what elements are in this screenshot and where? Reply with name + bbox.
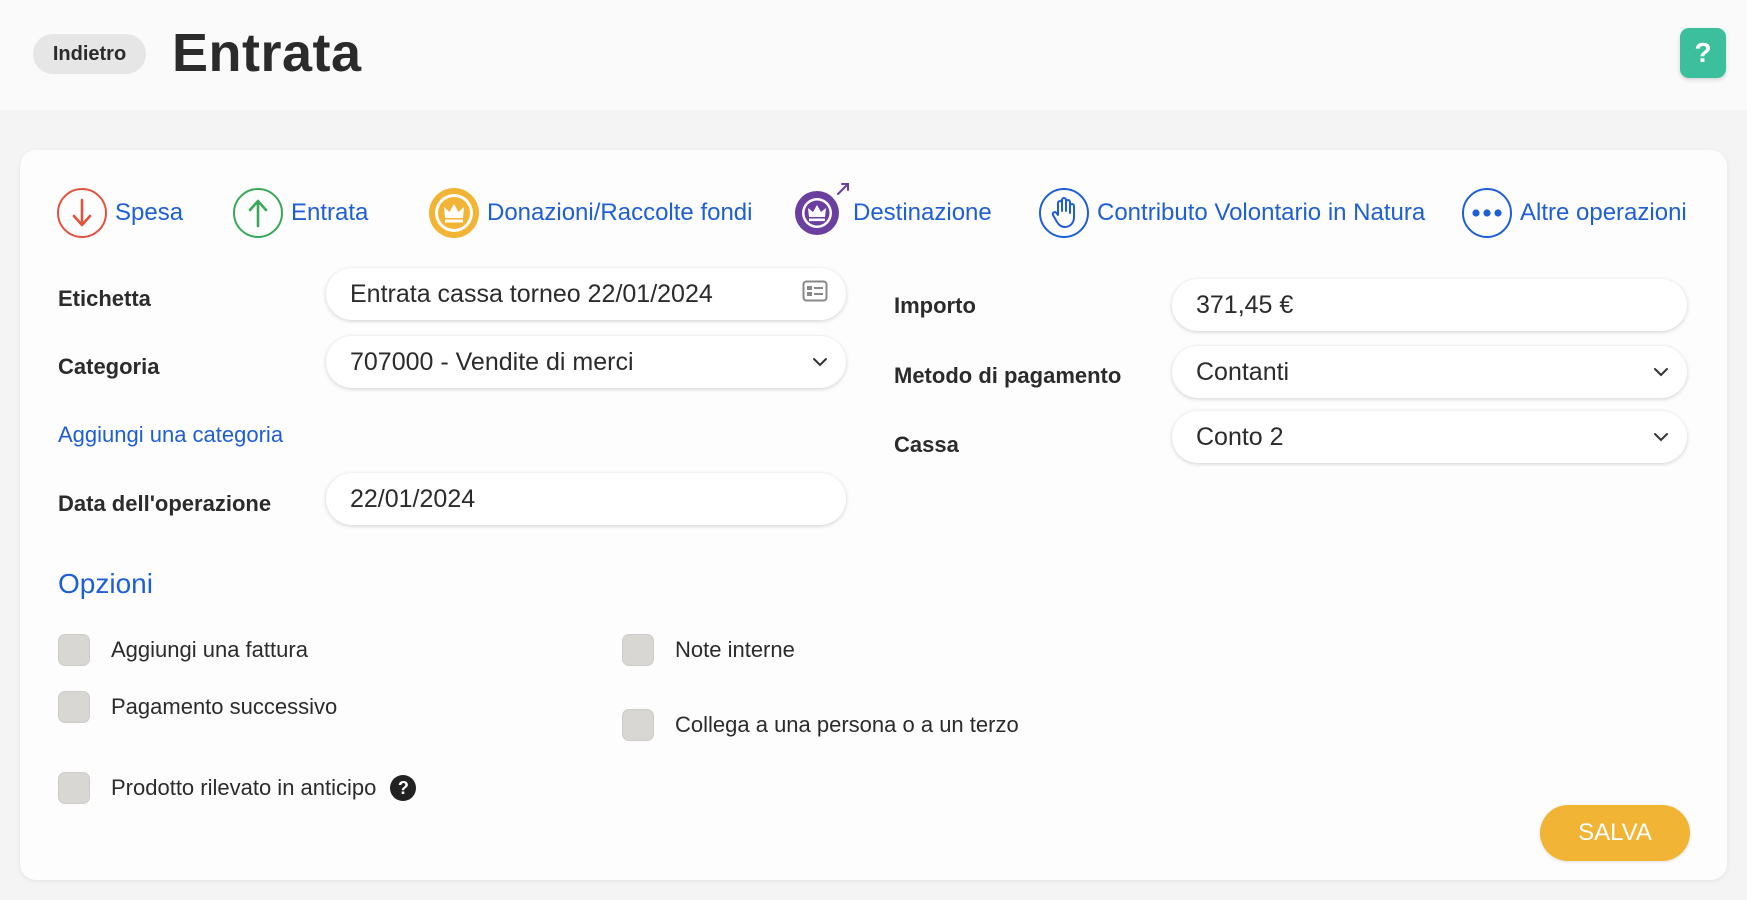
tab-contributo-natura-label: Contributo Volontario in Natura [1097,199,1426,226]
crown-icon [429,188,479,238]
importo-value: 371,45 € [1196,290,1294,319]
option-aggiungi-fattura[interactable]: Aggiungi una fattura [58,634,308,666]
tab-altre-operazioni-label: Altre operazioni [1520,199,1687,226]
chevron-down-icon [813,358,827,367]
help-icon[interactable]: ? [390,775,417,801]
checkbox[interactable] [58,634,90,666]
tab-donazioni[interactable]: Donazioni/Raccolte fondi [429,186,753,240]
tab-destinazione[interactable]: Destinazione [795,183,992,240]
add-category-link[interactable]: Aggiungi una categoria [58,422,283,448]
back-button[interactable]: Indietro [33,34,146,74]
categoria-select[interactable]: 707000 - Vendite di merci [326,336,846,388]
importo-input[interactable]: 371,45 € [1172,279,1687,331]
data-operazione-value: 22/01/2024 [350,484,476,513]
tab-spesa[interactable]: Spesa [57,186,183,240]
tab-spesa-label: Spesa [115,199,184,226]
arrow-up-icon [233,188,283,238]
option-label: Prodotto rilevato in anticipo [111,775,377,800]
option-collega-persona[interactable]: Collega a una persona o a un terzo [622,709,1019,741]
hand-icon [1039,188,1089,238]
importo-label: Importo [894,293,976,318]
cassa-label: Cassa [894,432,959,457]
etichetta-input[interactable]: Entrata cassa torneo 22/01/2024 [326,268,846,320]
categoria-label: Categoria [58,354,160,379]
metodo-pagamento-label: Metodo di pagamento [894,363,1122,388]
tab-donazioni-label: Donazioni/Raccolte fondi [487,199,753,226]
tab-entrata[interactable]: Entrata [233,186,368,240]
checkbox[interactable] [58,772,90,804]
metodo-pagamento-select[interactable]: Contanti [1172,346,1687,398]
option-pagamento-successivo[interactable]: Pagamento successivo [58,691,337,723]
checkbox[interactable] [622,634,654,666]
tab-destinazione-label: Destinazione [853,199,992,226]
checkbox[interactable] [622,709,654,741]
tab-altre-operazioni[interactable]: Altre operazioni [1462,186,1687,240]
arrow-down-icon [57,188,107,238]
option-label: Collega a una persona o a un terzo [675,712,1019,737]
cassa-value: Conto 2 [1196,422,1284,451]
options-title: Opzioni [58,568,153,599]
data-operazione-label: Data dell'operazione [58,491,272,516]
tab-contributo-natura[interactable]: Contributo Volontario in Natura [1039,186,1425,240]
help-button[interactable]: ? [1680,28,1726,78]
save-button[interactable]: SALVA [1540,805,1690,861]
metodo-pagamento-value: Contanti [1196,357,1290,386]
operation-type-tabs: Spesa Entrata Donazioni/Raccolte fondi D… [57,183,1697,240]
crown-arrow-icon [795,183,849,235]
checkbox[interactable] [58,691,90,723]
chevron-down-icon [1654,433,1668,442]
option-label: Aggiungi una fattura [111,637,308,662]
top-bar: Indietro Entrata ? [0,0,1747,110]
id-card-icon [802,280,828,309]
option-note-interne[interactable]: Note interne [622,634,795,666]
cassa-select[interactable]: Conto 2 [1172,411,1687,463]
chevron-down-icon [1654,368,1668,377]
operation-form-card: Spesa Entrata Donazioni/Raccolte fondi D… [20,150,1727,880]
tab-entrata-label: Entrata [291,199,369,226]
categoria-value: 707000 - Vendite di merci [350,347,634,376]
etichetta-label: Etichetta [58,286,151,311]
more-dots-icon [1462,188,1512,238]
etichetta-value: Entrata cassa torneo 22/01/2024 [350,279,713,308]
option-label: Note interne [675,637,795,662]
page-title: Entrata [172,23,362,83]
option-prodotto-anticipo[interactable]: Prodotto rilevato in anticipo ? [58,772,417,804]
option-label: Pagamento successivo [111,694,338,719]
data-operazione-input[interactable]: 22/01/2024 [326,473,846,525]
